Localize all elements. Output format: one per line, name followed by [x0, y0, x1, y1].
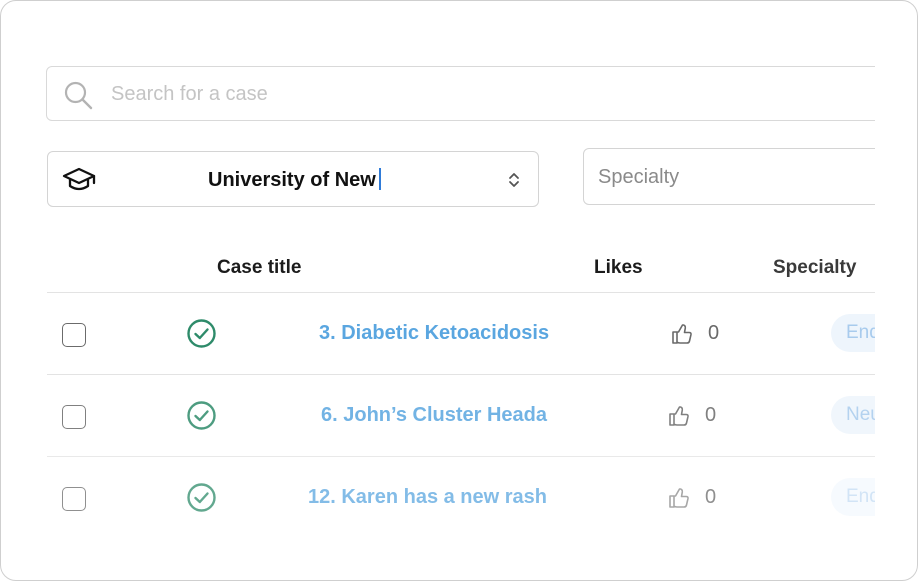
table-row[interactable]: 6. John’s Cluster Heada 0 Neu [1, 376, 875, 456]
search-bar[interactable] [46, 66, 875, 122]
row-checkbox[interactable] [62, 405, 86, 429]
university-select[interactable]: University of New [47, 151, 539, 207]
header-divider [47, 292, 875, 293]
search-icon [64, 81, 93, 110]
column-header-likes[interactable]: Likes [594, 257, 643, 279]
specialty-chip: Neu [831, 396, 875, 434]
search-input[interactable] [109, 67, 813, 122]
likes-count: 0 [705, 486, 717, 508]
row-checkbox[interactable] [62, 487, 86, 511]
specialty-select[interactable]: Specialty [583, 148, 875, 205]
specialty-placeholder: Specialty [598, 166, 680, 188]
content-clip: University of New Specialty Case title L… [1, 1, 875, 580]
thumbs-up-icon[interactable] [668, 487, 690, 509]
text-cursor [378, 168, 381, 190]
column-header-specialty[interactable]: Specialty [773, 257, 856, 279]
likes-count: 0 [705, 404, 717, 426]
thumbs-up-icon[interactable] [671, 323, 693, 345]
case-title-link[interactable]: 6. John’s Cluster Heada [321, 404, 547, 427]
university-value[interactable]: University of New [208, 168, 381, 192]
thumbs-up-icon[interactable] [668, 405, 690, 427]
graduation-cap-icon [62, 167, 96, 191]
row-divider [47, 456, 875, 457]
row-divider [47, 374, 875, 375]
check-circle-icon [187, 483, 216, 512]
table-row[interactable]: 3. Diabetic Ketoacidosis 0 End [1, 294, 875, 374]
column-header-title[interactable]: Case title [217, 257, 301, 279]
table-row[interactable]: 12. Karen has a new rash 0 End [1, 458, 875, 538]
app-frame: University of New Specialty Case title L… [0, 0, 918, 581]
chevron-up-down-icon[interactable] [507, 170, 521, 190]
check-circle-icon [187, 401, 216, 430]
case-title-link[interactable]: 3. Diabetic Ketoacidosis [319, 322, 549, 345]
check-circle-icon [187, 319, 216, 348]
likes-count: 0 [708, 322, 720, 344]
case-title-link[interactable]: 12. Karen has a new rash [308, 486, 547, 509]
specialty-chip: End [831, 478, 875, 516]
row-checkbox[interactable] [62, 323, 86, 347]
specialty-chip: End [831, 314, 875, 352]
